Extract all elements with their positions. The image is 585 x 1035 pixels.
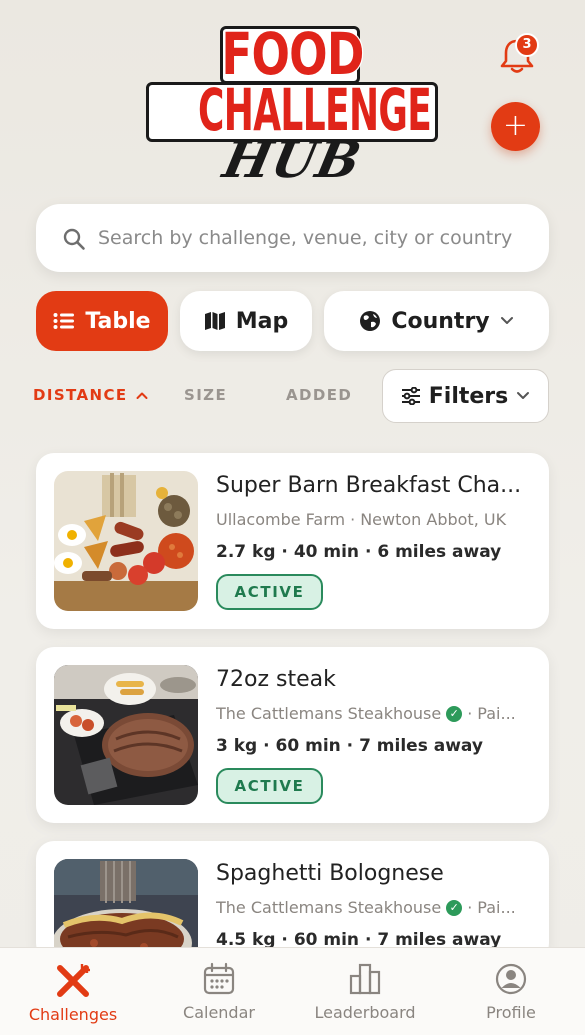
nav-label: Calendar: [183, 1003, 255, 1022]
chevron-up-icon: [136, 392, 148, 399]
map-view-button[interactable]: Map: [180, 291, 312, 351]
challenge-image-spaghetti: [54, 859, 198, 961]
challenge-meta: 3 kg · 60 min · 7 miles away: [216, 736, 483, 756]
separator-dot: ·: [467, 898, 473, 917]
nav-challenges[interactable]: Challenges: [0, 948, 146, 1035]
nav-profile[interactable]: Profile: [438, 948, 584, 1035]
logo-line-hub: HUB: [218, 130, 367, 189]
leaderboard-icon: [349, 963, 381, 995]
sort-distance-label: DISTANCE: [33, 386, 128, 404]
list-icon: [53, 313, 75, 329]
challenge-time: 40 min: [293, 542, 360, 562]
venue-location: Newton Abbot, UK: [360, 510, 507, 529]
nav-label: Profile: [486, 1003, 536, 1022]
venue-location: Pai...: [477, 898, 516, 917]
logo-line-food: FOOD: [220, 20, 365, 88]
challenge-card[interactable]: Super Barn Breakfast Cha... Ullacombe Fa…: [36, 453, 549, 629]
challenge-title: Super Barn Breakfast Cha...: [216, 473, 522, 498]
challenge-venue: The Cattlemans Steakhouse ✓ · Pai...: [216, 704, 532, 723]
nav-label: Challenges: [28, 1005, 118, 1024]
challenge-weight: 3 kg: [216, 736, 258, 756]
status-badge: ACTIVE: [216, 574, 323, 610]
challenge-meta: 2.7 kg · 40 min · 6 miles away: [216, 542, 502, 562]
filters-button[interactable]: Filters: [382, 369, 549, 423]
search-icon: [63, 228, 85, 250]
search-input[interactable]: [98, 224, 528, 252]
notification-count-badge: 3: [515, 33, 539, 57]
challenge-time: 60 min: [275, 736, 341, 756]
table-view-label: Table: [85, 308, 151, 334]
map-icon: [204, 312, 225, 330]
challenge-image-steak: [54, 665, 198, 805]
verified-check-icon: ✓: [446, 899, 463, 916]
venue-name: The Cattlemans Steakhouse: [216, 898, 442, 917]
country-select-label: Country: [391, 308, 490, 334]
separator-dot: ·: [350, 510, 356, 529]
challenge-title: 72oz steak: [216, 667, 336, 692]
challenge-distance: 6 miles away: [377, 542, 502, 562]
nav-calendar[interactable]: Calendar: [146, 948, 292, 1035]
venue-name: Ullacombe Farm: [216, 510, 346, 529]
sliders-icon: [401, 387, 420, 405]
filters-label: Filters: [428, 383, 509, 409]
challenge-card[interactable]: Spaghetti Bolognese The Cattlemans Steak…: [36, 841, 549, 961]
bottom-navigation: Challenges Calendar Leaderboard Profile: [0, 947, 585, 1035]
challenge-title: Spaghetti Bolognese: [216, 861, 444, 886]
nav-leaderboard[interactable]: Leaderboard: [292, 948, 438, 1035]
calendar-icon: [203, 962, 235, 995]
venue-name: The Cattlemans Steakhouse: [216, 704, 442, 723]
globe-icon: [360, 311, 381, 331]
status-badge: ACTIVE: [216, 768, 323, 804]
challenge-image-breakfast: [54, 471, 198, 611]
separator-dot: ·: [467, 704, 473, 723]
challenge-distance: 7 miles away: [359, 736, 483, 756]
sort-distance-button[interactable]: DISTANCE: [33, 386, 148, 404]
add-challenge-button[interactable]: +: [491, 102, 540, 151]
chevron-down-icon: [500, 317, 513, 324]
app-logo: FOOD CHALLENGE HUB: [140, 20, 445, 189]
map-view-label: Map: [235, 308, 289, 334]
chevron-down-icon: [517, 392, 530, 399]
challenge-card[interactable]: 72oz steak The Cattlemans Steakhouse ✓ ·…: [36, 647, 549, 823]
venue-location: Pai...: [477, 704, 516, 723]
sort-added-button[interactable]: ADDED: [286, 386, 352, 404]
table-view-button[interactable]: Table: [36, 291, 168, 351]
search-bar: [36, 204, 549, 272]
country-select[interactable]: Country: [324, 291, 549, 351]
challenge-venue: The Cattlemans Steakhouse ✓ · Pai...: [216, 898, 532, 917]
fork-knife-icon: [57, 964, 90, 997]
challenge-weight: 2.7 kg: [216, 542, 276, 562]
verified-check-icon: ✓: [446, 705, 463, 722]
sort-size-button[interactable]: SIZE: [184, 386, 227, 404]
profile-icon: [495, 963, 527, 995]
challenge-venue: Ullacombe Farm · Newton Abbot, UK: [216, 510, 532, 529]
nav-label: Leaderboard: [314, 1003, 416, 1022]
